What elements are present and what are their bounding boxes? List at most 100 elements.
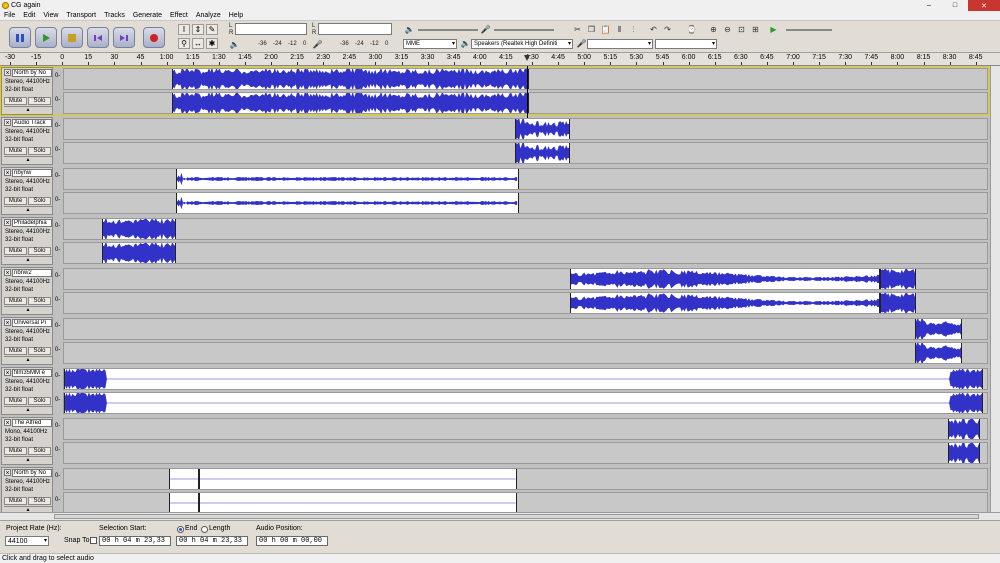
channel-lane[interactable] [63, 242, 988, 264]
audio-track[interactable]: × Universal Pi Stereo, 44100Hz 32-bit float… [1, 317, 988, 365]
track-name-menu[interactable]: Audio Track [12, 119, 52, 127]
play-speed-slider[interactable] [786, 29, 832, 31]
menu-file[interactable]: File [0, 12, 19, 19]
vertical-scrollbar[interactable] [990, 66, 1000, 512]
audio-track[interactable]: × nbynw Stereo, 44100Hz 32-bit float Mute Sol… [1, 167, 988, 215]
channel-lane[interactable] [63, 268, 988, 290]
track-control-panel[interactable]: × nbynw Stereo, 44100Hz 32-bit float Mute Sol… [1, 167, 53, 215]
playback-volume-slider[interactable] [418, 29, 478, 31]
audio-clip[interactable] [948, 443, 981, 463]
audio-clip[interactable] [880, 269, 917, 289]
audio-clip[interactable] [102, 243, 177, 263]
mute-button[interactable]: Mute [4, 147, 27, 155]
pause-button[interactable] [9, 27, 31, 48]
microphone-icon[interactable]: 🎤 [312, 39, 323, 50]
channel-lane[interactable] [63, 468, 988, 490]
audio-clip[interactable] [515, 119, 571, 139]
mute-button[interactable]: Mute [4, 97, 27, 105]
solo-button[interactable]: Solo [28, 147, 51, 155]
play-level-meter[interactable] [235, 23, 307, 35]
audio-track[interactable]: × North by No Stereo, 44100Hz 32-bit float M… [0, 66, 989, 116]
skip-start-button[interactable] [87, 27, 109, 48]
record-volume-slider[interactable] [494, 29, 554, 31]
close-button[interactable]: ✕ [968, 0, 1000, 11]
solo-button[interactable]: Solo [28, 447, 51, 455]
mute-button[interactable]: Mute [4, 397, 27, 405]
collapse-track-icon[interactable]: ▲ [4, 356, 52, 363]
horizontal-scroll-thumb[interactable] [54, 514, 979, 519]
fit-project-icon[interactable]: ⊞ [750, 24, 761, 35]
menu-edit[interactable]: Edit [19, 12, 39, 19]
channel-lane[interactable] [63, 342, 988, 364]
track-name-menu[interactable]: film35MM e [12, 369, 52, 377]
track-area[interactable]: × North by No Stereo, 44100Hz 32-bit float M… [0, 66, 990, 512]
channel-lane[interactable] [63, 392, 988, 414]
zoom-out-icon[interactable]: ⊖ [722, 24, 733, 35]
length-radio[interactable] [201, 526, 208, 533]
envelope-tool-icon[interactable]: ⇕ [192, 24, 204, 35]
trim-icon[interactable]: ⫴ [614, 24, 625, 35]
redo-icon[interactable]: ↷ [662, 24, 673, 35]
track-name-menu[interactable]: The Alfred [12, 419, 52, 427]
audio-position-field[interactable]: 00 h 00 m 00,00 s [256, 536, 328, 546]
track-close-button[interactable]: × [4, 469, 11, 477]
track-close-button[interactable]: × [4, 169, 11, 177]
collapse-track-icon[interactable]: ▲ [4, 406, 52, 413]
paste-icon[interactable]: 📋 [600, 24, 611, 35]
menu-effect[interactable]: Effect [166, 12, 192, 19]
timeshift-tool-icon[interactable]: ↔ [192, 38, 204, 49]
audio-track[interactable]: × Audio Track Stereo, 44100Hz 32-bit float M… [1, 117, 988, 165]
audio-clip[interactable] [198, 469, 517, 489]
mute-button[interactable]: Mute [4, 347, 27, 355]
selection-start-field[interactable]: 00 h 04 m 23,33 s [99, 536, 171, 546]
audio-track[interactable]: × nbnw2 Stereo, 44100Hz 32-bit float Mute Sol… [1, 267, 988, 315]
input-channels-select[interactable]: ▾ [655, 39, 717, 49]
menu-view[interactable]: View [39, 12, 62, 19]
track-close-button[interactable]: × [4, 319, 11, 327]
sync-lock-icon[interactable]: ⌚ [686, 24, 697, 35]
collapse-track-icon[interactable]: ▲ [4, 106, 52, 113]
playhead-marker[interactable] [524, 55, 530, 61]
solo-button[interactable]: Solo [28, 97, 51, 105]
menu-tracks[interactable]: Tracks [100, 12, 129, 19]
audio-clip[interactable] [168, 469, 199, 489]
solo-button[interactable]: Solo [28, 297, 51, 305]
channel-lane[interactable] [63, 92, 988, 114]
audio-clip[interactable] [102, 219, 177, 239]
track-close-button[interactable]: × [4, 219, 11, 227]
channel-lane[interactable] [63, 68, 988, 90]
audio-track[interactable]: × The Alfred Mono, 44100Hz 32-bit float Mute… [1, 417, 988, 465]
collapse-track-icon[interactable]: ▲ [4, 256, 52, 263]
audio-track[interactable]: × North by No Stereo, 44100Hz 32-bit float M… [1, 467, 988, 512]
track-control-panel[interactable]: × film35MM e Stereo, 44100Hz 32-bit float Mu… [1, 367, 53, 415]
horizontal-scrollbar[interactable] [0, 512, 1000, 520]
audio-clip[interactable] [168, 493, 199, 512]
selection-end-field[interactable]: 00 h 04 m 23,33 s [176, 536, 248, 546]
skip-end-button[interactable] [113, 27, 135, 48]
menu-analyze[interactable]: Analyze [192, 12, 225, 19]
channel-lane[interactable] [63, 218, 988, 240]
channel-lane[interactable] [63, 118, 988, 140]
channel-lane[interactable] [63, 168, 988, 190]
audio-clip[interactable] [64, 393, 983, 413]
record-level-meter[interactable] [318, 23, 392, 35]
track-control-panel[interactable]: × Universal Pi Stereo, 44100Hz 32-bit float… [1, 317, 53, 365]
audio-clip[interactable] [915, 343, 963, 363]
collapse-track-icon[interactable]: ▲ [4, 206, 52, 213]
maximize-button[interactable]: □ [942, 0, 968, 11]
solo-button[interactable]: Solo [28, 247, 51, 255]
channel-lane[interactable] [63, 142, 988, 164]
project-rate-select[interactable]: 44100 ▾ [5, 536, 49, 546]
track-control-panel[interactable]: × The Alfred Mono, 44100Hz 32-bit float Mute… [1, 417, 53, 465]
track-control-panel[interactable]: × North by No Stereo, 44100Hz 32-bit float M… [1, 467, 53, 512]
audio-clip[interactable] [64, 369, 983, 389]
track-control-panel[interactable]: × Audio Track Stereo, 44100Hz 32-bit float M… [1, 117, 53, 165]
speaker-icon[interactable]: 🔈 [229, 39, 240, 50]
menu-transport[interactable]: Transport [62, 12, 100, 19]
audio-clip[interactable] [570, 269, 881, 289]
track-name-menu[interactable]: Universal Pi [12, 319, 52, 327]
audio-clip[interactable] [176, 169, 519, 189]
audio-track[interactable]: × film35MM e Stereo, 44100Hz 32-bit float Mu… [1, 367, 988, 415]
audio-clip[interactable] [880, 293, 917, 313]
zoom-tool-icon[interactable]: ⚲ [178, 38, 190, 49]
